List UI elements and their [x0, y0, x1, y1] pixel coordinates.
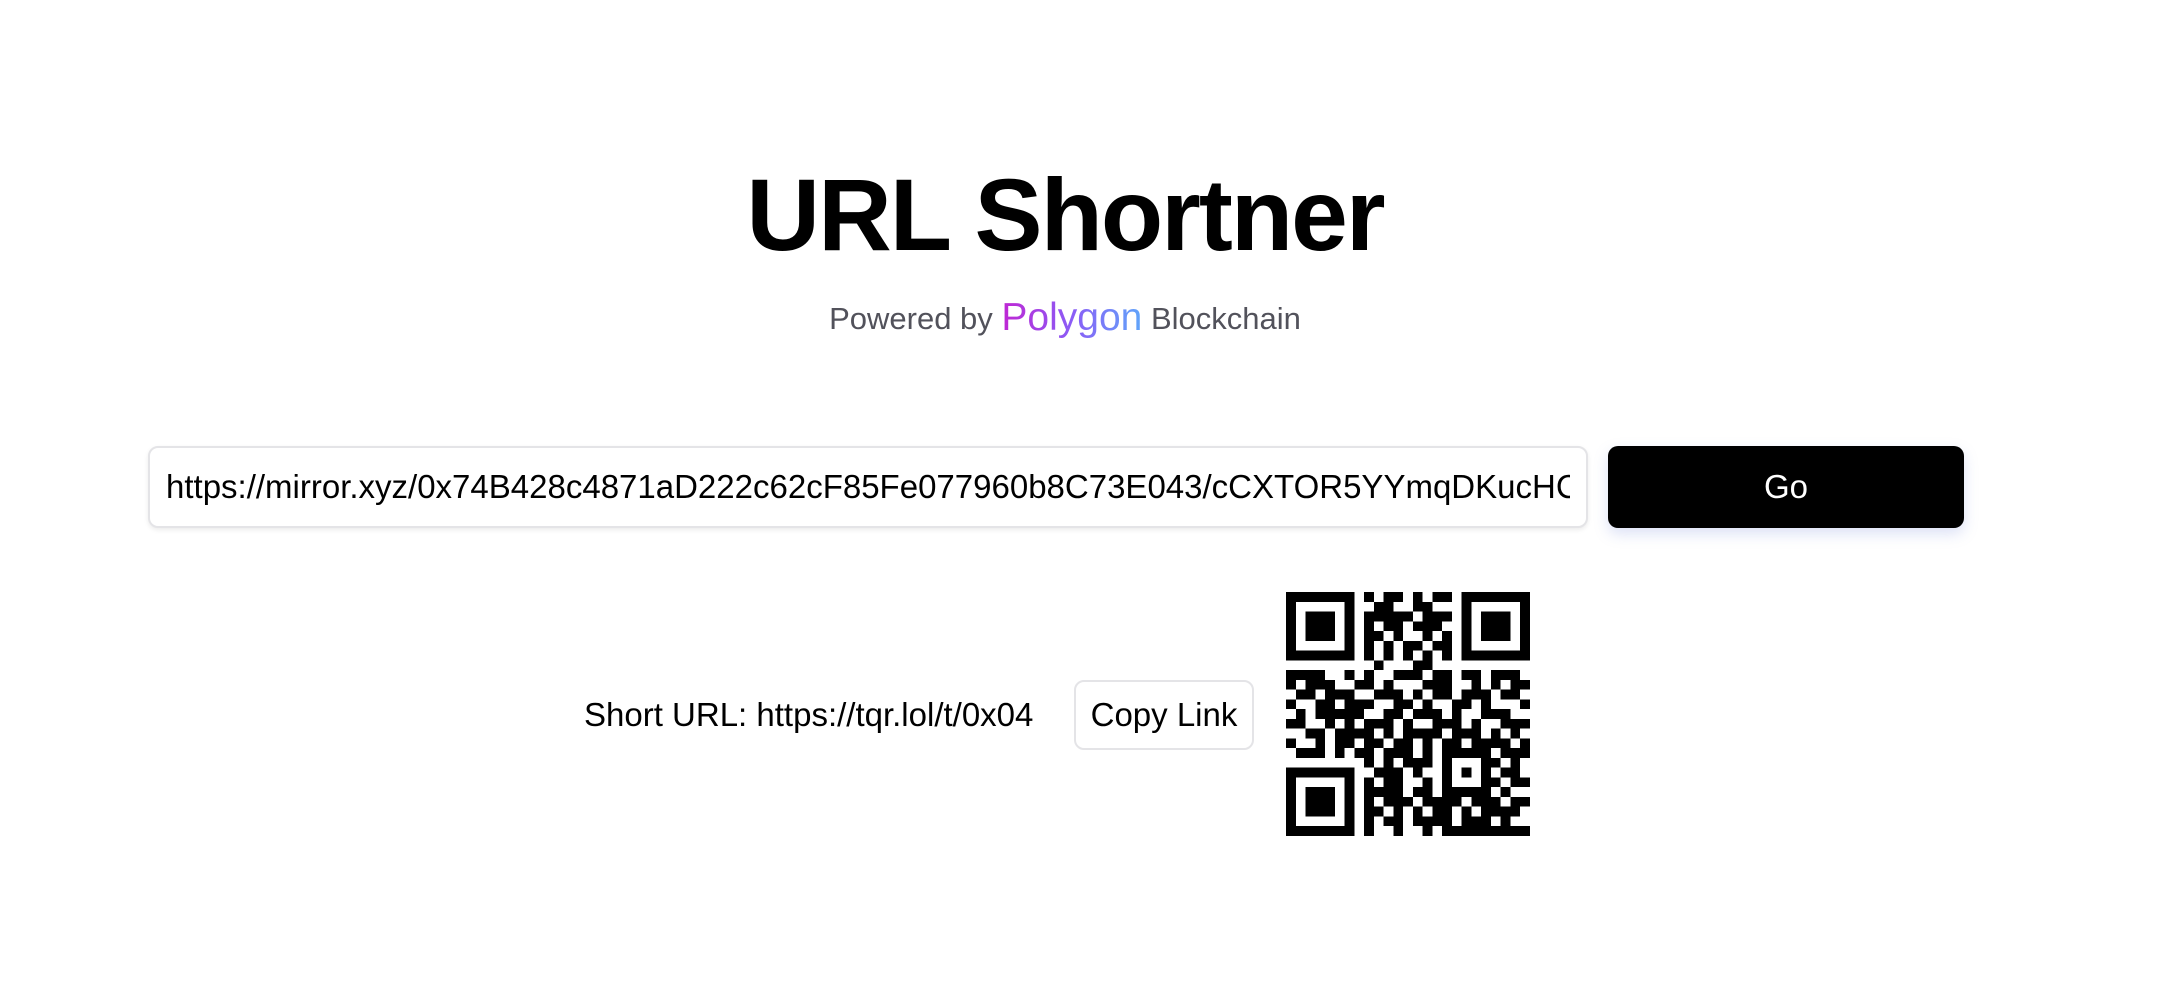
powered-by-suffix: Blockchain — [1150, 301, 1301, 336]
copy-link-button[interactable]: Copy Link — [1074, 680, 1254, 750]
short-url-text: Short URL: https://tqr.lol/t/0x04 — [584, 696, 1034, 733]
short-url-row: Short URL: https://tqr.lol/t/0x04 — [584, 680, 1033, 750]
qr-code-icon — [1286, 592, 1530, 836]
powered-by-subtitle: Powered by Polygon Blockchain — [0, 296, 2130, 341]
url-input[interactable] — [148, 446, 1588, 528]
go-button[interactable]: Go — [1608, 446, 1964, 528]
powered-by-prefix: Powered by — [829, 301, 993, 336]
polygon-brand: Polygon — [1001, 296, 1143, 339]
page-title: URL Shortner — [746, 158, 1385, 272]
